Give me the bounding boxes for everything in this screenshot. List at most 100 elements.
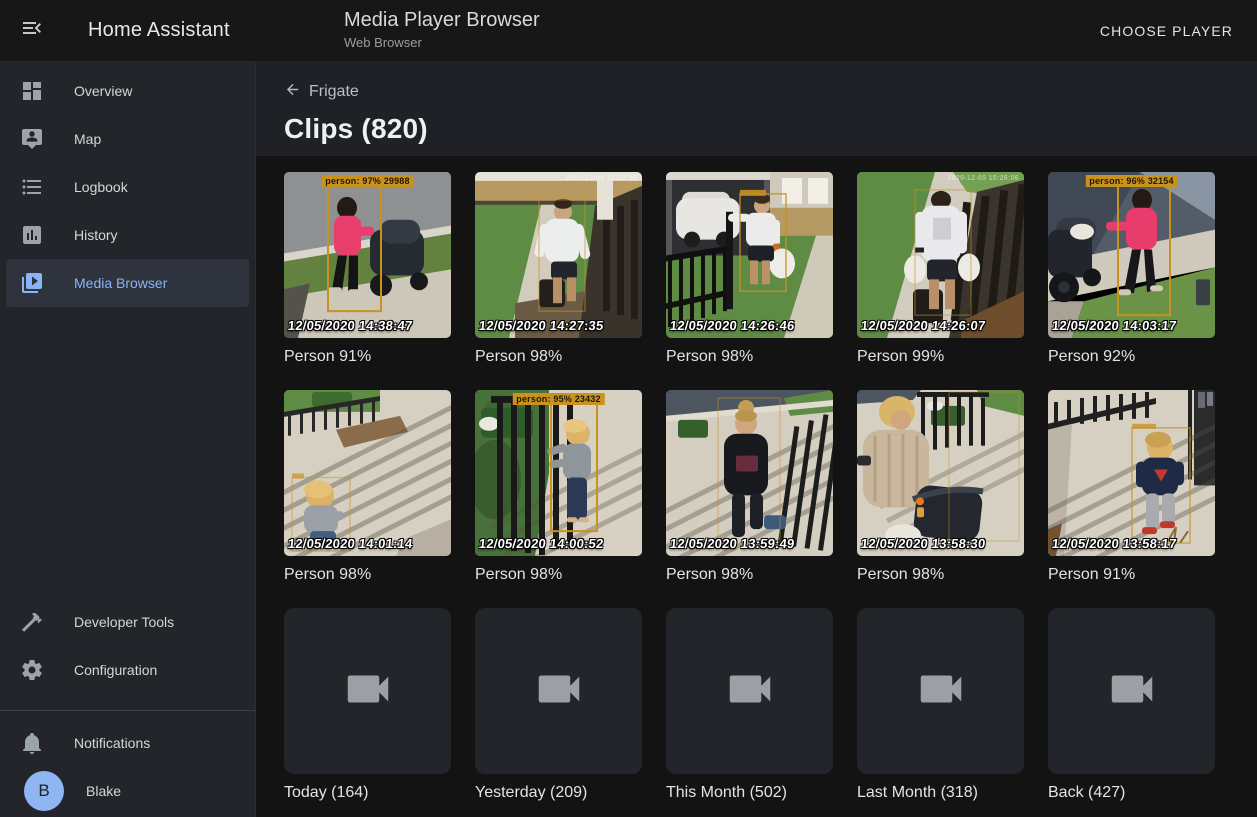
clip-thumbnail[interactable]: 2020-12-05 15:26:06 12/05/2020 14:26:07 <box>857 172 1024 338</box>
folder-item-today[interactable]: Today (164) <box>284 608 451 802</box>
clip-scene <box>475 390 642 556</box>
media-player-title: Media Player Browser <box>344 9 540 32</box>
sidebar-item-label: Logbook <box>74 179 128 195</box>
clip-caption: Person 99% <box>857 348 1024 366</box>
clip-scene <box>284 390 451 556</box>
media-grid: person: 97% 29988 12/05/2020 14:38:47 Pe… <box>256 156 1257 802</box>
clip-thumbnail[interactable]: 12/05/2020 14:01:14 <box>284 390 451 556</box>
clip-scene <box>284 172 451 338</box>
folder-item-back[interactable]: Back (427) <box>1048 608 1215 802</box>
clip-timestamp: 12/05/2020 13:58:30 <box>860 536 986 551</box>
clip-scene <box>666 390 833 556</box>
clip-thumbnail[interactable]: person: 97% 29988 12/05/2020 14:38:47 <box>284 172 451 338</box>
clip-scene <box>857 172 1024 338</box>
clip-scene <box>857 390 1024 556</box>
folder-item-yesterday[interactable]: Yesterday (209) <box>475 608 642 802</box>
clip-timestamp: 12/05/2020 14:26:07 <box>860 318 986 333</box>
page-title: Clips (820) <box>284 113 1257 145</box>
media-player-subtitle: Web Browser <box>344 35 540 50</box>
arrow-left-icon <box>284 81 301 103</box>
clip-item[interactable]: person: 97% 29988 12/05/2020 14:38:47 Pe… <box>284 172 451 366</box>
clip-item[interactable]: 2020-12-05 15:26:06 12/05/2020 14:26:07 … <box>857 172 1024 366</box>
clip-timestamp: 12/05/2020 14:38:47 <box>287 318 413 333</box>
video-camera-icon <box>914 662 968 721</box>
detection-label: person: 97% 29988 <box>321 175 413 187</box>
breadcrumb-label: Frigate <box>309 83 359 101</box>
app-title: Home Assistant <box>88 19 230 42</box>
video-camera-icon <box>723 662 777 721</box>
dashboard-icon <box>20 79 44 103</box>
clip-thumbnail[interactable]: 12/05/2020 13:59:49 <box>666 390 833 556</box>
sidebar-item-label: History <box>74 227 118 243</box>
clip-thumbnail[interactable]: 2020-12-05 15:27:36 12/05/2020 14:27:35 <box>475 172 642 338</box>
detection-label: person: 96% 32154 <box>1085 175 1177 187</box>
clip-caption: Person 98% <box>475 566 642 584</box>
folder-thumbnail[interactable] <box>1048 608 1215 774</box>
clip-thumbnail[interactable]: 12/05/2020 13:58:17 <box>1048 390 1215 556</box>
sidebar-item-label: Notifications <box>74 735 150 751</box>
sidebar-item-label: Map <box>74 131 101 147</box>
sidebar-nav: Overview Map Logbook History <box>0 67 255 307</box>
clip-thumbnail[interactable]: person: 95% 23432 12/05/2020 14:00:52 <box>475 390 642 556</box>
sidebar-item-developer-tools[interactable]: Developer Tools <box>6 598 249 646</box>
video-camera-icon <box>341 662 395 721</box>
sidebar-item-configuration[interactable]: Configuration <box>6 646 249 694</box>
video-camera-icon <box>1105 662 1159 721</box>
clip-scene <box>475 172 642 338</box>
sidebar-item-media-browser[interactable]: Media Browser <box>6 259 249 307</box>
clip-item[interactable]: 12/05/2020 13:59:49 Person 98% <box>666 390 833 584</box>
clip-item[interactable]: 2020-12-05 15:27:36 12/05/2020 14:27:35 … <box>475 172 642 366</box>
clip-thumbnail[interactable]: 12/05/2020 13:58:30 <box>857 390 1024 556</box>
account-location-icon <box>20 127 44 151</box>
folder-caption: Yesterday (209) <box>475 784 642 802</box>
clip-thumbnail[interactable]: 12/05/2020 14:26:46 <box>666 172 833 338</box>
choose-player-button[interactable]: CHOOSE PLAYER <box>1092 15 1241 47</box>
folder-item-last-month[interactable]: Last Month (318) <box>857 608 1024 802</box>
clip-item[interactable]: person: 95% 23432 12/05/2020 14:00:52 Pe… <box>475 390 642 584</box>
folder-caption: Today (164) <box>284 784 451 802</box>
clip-caption: Person 98% <box>666 566 833 584</box>
sidebar-user: B Blake <box>0 767 255 815</box>
clip-caption: Person 92% <box>1048 348 1215 366</box>
clip-caption: Person 98% <box>666 348 833 366</box>
menu-open-icon <box>20 16 44 45</box>
clip-timestamp: 12/05/2020 14:27:35 <box>478 318 604 333</box>
media-browser-content: Frigate Clips (820) <box>256 61 1257 817</box>
sidebar: Overview Map Logbook History <box>0 61 256 817</box>
folder-thumbnail[interactable] <box>666 608 833 774</box>
sidebar-item-label: Media Browser <box>74 275 167 291</box>
clip-item[interactable]: person: 96% 32154 12/05/2020 14:03:17 Pe… <box>1048 172 1215 366</box>
top-app-bar: Home Assistant Media Player Browser Web … <box>0 0 1257 61</box>
sidebar-item-user-profile[interactable]: B Blake <box>6 767 249 815</box>
clip-item[interactable]: 12/05/2020 14:26:46 Person 98% <box>666 172 833 366</box>
avatar: B <box>24 771 64 811</box>
folder-thumbnail[interactable] <box>857 608 1024 774</box>
sidebar-item-overview[interactable]: Overview <box>6 67 249 115</box>
clip-timestamp: 12/05/2020 14:03:17 <box>1051 318 1177 333</box>
clip-scene <box>1048 172 1215 338</box>
folder-thumbnail[interactable] <box>475 608 642 774</box>
clip-item[interactable]: 12/05/2020 13:58:17 Person 91% <box>1048 390 1215 584</box>
clip-item[interactable]: 12/05/2020 13:58:30 Person 98% <box>857 390 1024 584</box>
clip-thumbnail[interactable]: person: 96% 32154 12/05/2020 14:03:17 <box>1048 172 1215 338</box>
clip-caption: Person 98% <box>284 566 451 584</box>
sidebar-item-label: Configuration <box>74 662 157 678</box>
chart-box-icon <box>20 223 44 247</box>
sidebar-item-history[interactable]: History <box>6 211 249 259</box>
folder-item-this-month[interactable]: This Month (502) <box>666 608 833 802</box>
sidebar-item-map[interactable]: Map <box>6 115 249 163</box>
sidebar-item-notifications[interactable]: Notifications <box>6 719 249 767</box>
sidebar-toggle-button[interactable] <box>8 7 56 55</box>
clip-timestamp: 12/05/2020 13:59:49 <box>669 536 795 551</box>
media-player-title-block: Media Player Browser Web Browser <box>344 9 540 50</box>
clip-item[interactable]: 12/05/2020 14:01:14 Person 98% <box>284 390 451 584</box>
sidebar-item-label: Developer Tools <box>74 614 174 630</box>
sidebar-item-logbook[interactable]: Logbook <box>6 163 249 211</box>
breadcrumb[interactable]: Frigate <box>284 81 359 103</box>
sidebar-notifications: Notifications <box>0 719 255 767</box>
camera-osd-text: 2020-12-05 15:27:36 <box>566 175 637 182</box>
folder-thumbnail[interactable] <box>284 608 451 774</box>
clip-scene <box>666 172 833 338</box>
video-camera-icon <box>532 662 586 721</box>
home-assistant-app: Home Assistant Media Player Browser Web … <box>0 0 1257 817</box>
